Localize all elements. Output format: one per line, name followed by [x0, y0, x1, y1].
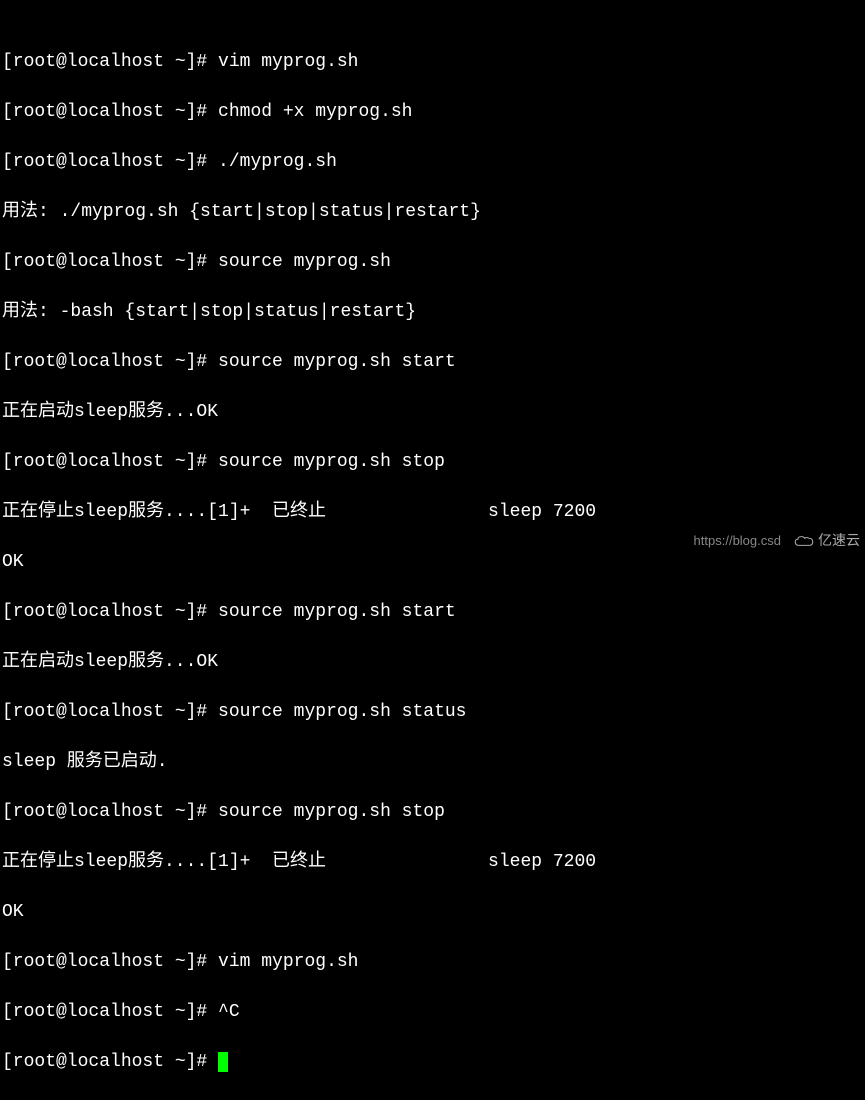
terminal-output[interactable]: [root@localhost ~]# vim myprog.sh [root@… [2, 25, 863, 1100]
command: source myprog.sh stop [218, 802, 445, 822]
terminal-line: [root@localhost ~]# ./myprog.sh [2, 150, 863, 175]
terminal-line: [root@localhost ~]# source myprog.sh sto… [2, 800, 863, 825]
terminal-line: [root@localhost ~]# ^C [2, 1000, 863, 1025]
terminal-line: [root@localhost ~]# vim myprog.sh [2, 50, 863, 75]
shell-prompt: [root@localhost ~]# [2, 252, 218, 272]
output-line: 用法: ./myprog.sh {start|stop|status|resta… [2, 200, 863, 225]
command: ./myprog.sh [218, 152, 337, 172]
terminal-line: [root@localhost ~]# [2, 1050, 863, 1075]
terminal-line: [root@localhost ~]# source myprog.sh sta… [2, 600, 863, 625]
terminal-line: [root@localhost ~]# source myprog.sh [2, 250, 863, 275]
terminal-line: [root@localhost ~]# chmod +x myprog.sh [2, 100, 863, 125]
watermark: https://blog.csd 亿速云 [694, 528, 860, 553]
shell-prompt: [root@localhost ~]# [2, 152, 218, 172]
output-line: 用法: -bash {start|stop|status|restart} [2, 300, 863, 325]
terminal-line: [root@localhost ~]# source myprog.sh sta… [2, 700, 863, 725]
shell-prompt: [root@localhost ~]# [2, 602, 218, 622]
shell-prompt: [root@localhost ~]# [2, 1052, 218, 1072]
terminal-line: [root@localhost ~]# source myprog.sh sto… [2, 450, 863, 475]
watermark-brand: 亿速云 [793, 528, 860, 553]
shell-prompt: [root@localhost ~]# [2, 702, 218, 722]
terminal-line: [root@localhost ~]# vim myprog.sh [2, 950, 863, 975]
shell-prompt: [root@localhost ~]# [2, 52, 218, 72]
shell-prompt: [root@localhost ~]# [2, 352, 218, 372]
command: source myprog.sh status [218, 702, 466, 722]
watermark-url: https://blog.csd [694, 528, 781, 553]
cursor [218, 1052, 228, 1072]
command: ^C [218, 1002, 240, 1022]
shell-prompt: [root@localhost ~]# [2, 1002, 218, 1022]
output-line: 正在启动sleep服务...OK [2, 400, 863, 425]
command: vim myprog.sh [218, 52, 358, 72]
command: chmod +x myprog.sh [218, 102, 412, 122]
cloud-icon [793, 534, 815, 548]
command: source myprog.sh start [218, 352, 456, 372]
output-line: 正在停止sleep服务....[1]+ 已终止 sleep 7200 [2, 850, 863, 875]
output-line: OK [2, 900, 863, 925]
shell-prompt: [root@localhost ~]# [2, 802, 218, 822]
shell-prompt: [root@localhost ~]# [2, 452, 218, 472]
shell-prompt: [root@localhost ~]# [2, 102, 218, 122]
output-line: 正在启动sleep服务...OK [2, 650, 863, 675]
command: source myprog.sh start [218, 602, 456, 622]
command: source myprog.sh stop [218, 452, 445, 472]
output-line: 正在停止sleep服务....[1]+ 已终止 sleep 7200 [2, 500, 863, 525]
shell-prompt: [root@localhost ~]# [2, 952, 218, 972]
command: vim myprog.sh [218, 952, 358, 972]
command: source myprog.sh [218, 252, 391, 272]
output-line: OK [2, 550, 863, 575]
output-line: sleep 服务已启动. [2, 750, 863, 775]
terminal-line: [root@localhost ~]# source myprog.sh sta… [2, 350, 863, 375]
